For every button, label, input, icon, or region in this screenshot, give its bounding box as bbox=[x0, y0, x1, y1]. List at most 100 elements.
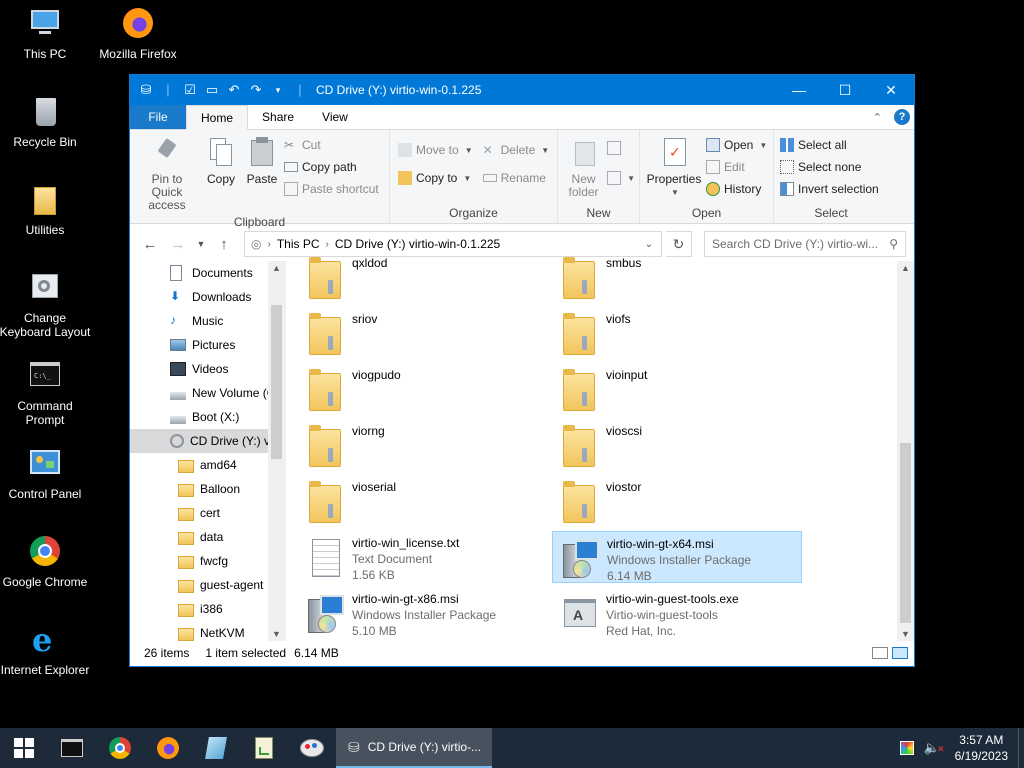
file-item[interactable]: virtio-win_license.txt Text Document 1.56 … bbox=[298, 531, 548, 583]
copy-button[interactable]: Copy bbox=[202, 134, 240, 214]
nav-item[interactable]: data bbox=[130, 525, 269, 549]
paste-shortcut-button[interactable]: Paste shortcut bbox=[284, 179, 379, 199]
select-none-button[interactable]: Select none bbox=[780, 157, 879, 177]
folder-item[interactable]: smbus bbox=[552, 251, 802, 303]
nav-item[interactable]: cert bbox=[130, 501, 269, 525]
nav-item[interactable]: ⬇ Downloads bbox=[130, 285, 269, 309]
tab-share[interactable]: Share bbox=[248, 105, 308, 129]
new-folder-button[interactable]: New folder bbox=[562, 134, 605, 205]
color-app-icon[interactable] bbox=[899, 741, 914, 755]
nav-item[interactable]: Balloon bbox=[130, 477, 269, 501]
large-icons-view-icon[interactable] bbox=[892, 647, 908, 659]
scroll-down-icon[interactable]: ▼ bbox=[268, 629, 285, 639]
new-folder-qat-icon[interactable]: ▭ bbox=[204, 82, 220, 98]
move-to-button[interactable]: Move to ▼ bbox=[398, 140, 473, 160]
breadcrumb-chevron-icon[interactable]: › bbox=[267, 239, 270, 250]
back-button[interactable]: ← bbox=[138, 236, 162, 253]
file-scrollbar-thumb[interactable] bbox=[900, 443, 911, 623]
details-view-icon[interactable] bbox=[872, 647, 888, 659]
nav-item[interactable]: guest-agent bbox=[130, 573, 269, 597]
volume-muted-icon[interactable]: 🔈✕ bbox=[924, 740, 945, 756]
redo-icon[interactable]: ↷ bbox=[248, 82, 264, 98]
pin-to-quick-access-button[interactable]: Pin to Quick access bbox=[134, 134, 200, 214]
taskbar-app-6[interactable] bbox=[288, 728, 336, 768]
folder-item[interactable]: viostor bbox=[552, 475, 802, 527]
show-desktop-button[interactable] bbox=[1018, 728, 1022, 768]
copy-path-button[interactable]: Copy path bbox=[284, 157, 379, 177]
nav-item[interactable]: CD Drive (Y:) vi bbox=[130, 429, 269, 453]
file-item[interactable]: Avirtio-win-guest-tools.exe Virtio-win-gu… bbox=[552, 587, 802, 639]
customize-qat-icon[interactable]: ▾ bbox=[270, 82, 286, 98]
desktop-icon-command-prompt[interactable]: C:\_ Command Prompt bbox=[0, 360, 93, 427]
delete-button[interactable]: ✕ Delete ▼ bbox=[483, 140, 550, 160]
desktop-icon-firefox[interactable]: Mozilla Firefox bbox=[90, 8, 186, 61]
file-item[interactable]: virtio-win-gt-x64.msi Windows Installer P… bbox=[552, 531, 802, 583]
folder-item[interactable]: viofs bbox=[552, 307, 802, 359]
maximize-button[interactable]: ☐ bbox=[822, 75, 868, 105]
history-button[interactable]: History bbox=[706, 179, 767, 199]
properties-button[interactable]: ✓ Properties ▼ bbox=[644, 134, 704, 205]
nav-item[interactable]: Documents bbox=[130, 261, 269, 285]
folder-item[interactable]: vioscsi bbox=[552, 419, 802, 471]
breadcrumb-this-pc[interactable]: This PC bbox=[277, 237, 320, 251]
open-button[interactable]: Open ▼ bbox=[706, 135, 767, 155]
paste-button[interactable]: Paste bbox=[242, 134, 282, 214]
cut-button[interactable]: ✂ Cut bbox=[284, 135, 379, 155]
breadcrumb-cd-drive[interactable]: CD Drive (Y:) virtio-win-0.1.225 bbox=[335, 237, 500, 251]
folder-item[interactable]: vioinput bbox=[552, 363, 802, 415]
select-all-button[interactable]: Select all bbox=[780, 135, 879, 155]
nav-scrollbar-thumb[interactable] bbox=[271, 305, 282, 459]
taskbar-explorer-window[interactable]: ⛁ CD Drive (Y:) virtio-... bbox=[336, 728, 492, 768]
taskbar-app-4[interactable] bbox=[192, 728, 240, 768]
scroll-down-icon[interactable]: ▼ bbox=[897, 629, 914, 639]
new-item-button[interactable] bbox=[607, 138, 635, 158]
taskbar-command-prompt[interactable] bbox=[48, 728, 96, 768]
properties-qat-icon[interactable]: ☑ bbox=[182, 82, 198, 98]
desktop-icon-change-keyboard-layout[interactable]: Change Keyboard Layout bbox=[0, 272, 93, 339]
folder-item[interactable]: sriov bbox=[298, 307, 548, 359]
file-item[interactable]: virtio-win-gt-x86.msi Windows Installer P… bbox=[298, 587, 548, 639]
up-button[interactable]: ↑ bbox=[212, 236, 236, 253]
nav-item[interactable]: i386 bbox=[130, 597, 269, 621]
desktop-icon-chrome[interactable]: Google Chrome bbox=[0, 536, 93, 589]
minimize-button[interactable]: — bbox=[776, 75, 822, 105]
address-dropdown-icon[interactable]: ⌄ bbox=[637, 239, 661, 250]
folder-item[interactable]: viorng bbox=[298, 419, 548, 471]
rename-button[interactable]: Rename bbox=[482, 168, 550, 188]
recent-locations-button[interactable]: ▼ bbox=[194, 239, 208, 249]
close-button[interactable]: ✕ bbox=[868, 75, 914, 105]
desktop-icon-internet-explorer[interactable]: e Internet Explorer bbox=[0, 624, 93, 677]
tab-view[interactable]: View bbox=[308, 105, 362, 129]
edit-button[interactable]: Edit bbox=[706, 157, 767, 177]
help-icon[interactable]: ? bbox=[894, 109, 910, 125]
undo-icon[interactable]: ↶ bbox=[226, 82, 242, 98]
nav-item[interactable]: Pictures bbox=[130, 333, 269, 357]
breadcrumb-chevron-icon[interactable]: › bbox=[326, 239, 329, 250]
invert-selection-button[interactable]: Invert selection bbox=[780, 179, 879, 199]
folder-item[interactable]: vioserial bbox=[298, 475, 548, 527]
taskbar-chrome[interactable] bbox=[96, 728, 144, 768]
desktop-icon-recycle-bin[interactable]: Recycle Bin bbox=[0, 96, 93, 149]
scroll-up-icon[interactable]: ▲ bbox=[268, 263, 285, 273]
desktop-icon-utilities[interactable]: Utilities bbox=[0, 184, 93, 237]
taskbar-firefox[interactable] bbox=[144, 728, 192, 768]
nav-item[interactable]: amd64 bbox=[130, 453, 269, 477]
folder-item[interactable]: qxldod bbox=[298, 251, 548, 303]
nav-item[interactable]: Boot (X:) bbox=[130, 405, 269, 429]
scroll-up-icon[interactable]: ▲ bbox=[897, 263, 914, 273]
forward-button[interactable]: → bbox=[166, 236, 190, 253]
desktop-icon-this-pc[interactable]: This PC bbox=[0, 8, 93, 61]
copy-to-button[interactable]: Copy to ▼ bbox=[398, 168, 473, 188]
nav-scrollbar[interactable]: ▲ ▼ bbox=[268, 261, 285, 641]
desktop-icon-control-panel[interactable]: Control Panel bbox=[0, 448, 93, 501]
start-button[interactable] bbox=[0, 728, 48, 768]
nav-item[interactable]: New Volume (C bbox=[130, 381, 269, 405]
file-scrollbar[interactable]: ▲ ▼ bbox=[897, 261, 914, 641]
tab-home[interactable]: Home bbox=[186, 105, 249, 130]
clock[interactable]: 3:57 AM 6/19/2023 bbox=[955, 732, 1008, 764]
nav-item[interactable]: ♪ Music bbox=[130, 309, 269, 333]
taskbar-app-5[interactable] bbox=[240, 728, 288, 768]
folder-item[interactable]: viogpudo bbox=[298, 363, 548, 415]
easy-access-button[interactable]: ▼ bbox=[607, 168, 635, 188]
tab-file[interactable]: File bbox=[130, 105, 186, 129]
